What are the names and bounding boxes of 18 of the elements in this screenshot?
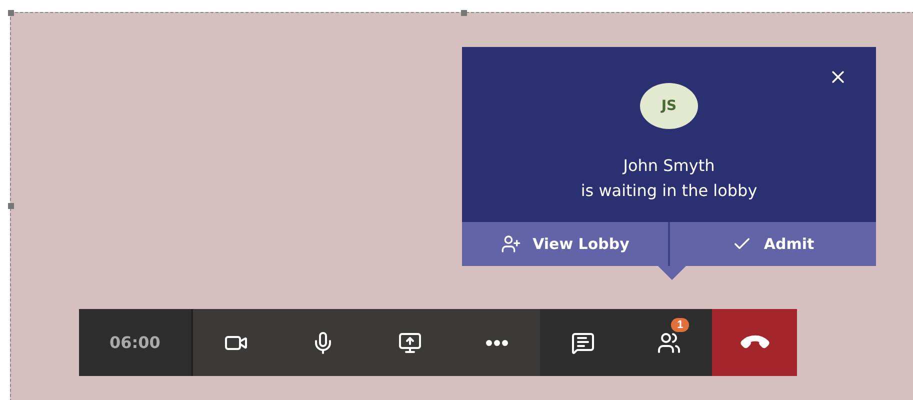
resize-handle[interactable]	[461, 10, 467, 16]
camera-button[interactable]	[192, 309, 280, 376]
chat-icon	[571, 330, 596, 354]
resize-handle[interactable]	[8, 203, 14, 209]
hang-up-button[interactable]	[712, 309, 797, 376]
share-screen-icon	[398, 330, 422, 354]
notification-badge: 1	[671, 318, 690, 332]
people-add-icon	[500, 234, 521, 254]
avatar: JS	[640, 83, 698, 129]
more-icon	[486, 340, 508, 346]
participants-button[interactable]: 1	[626, 309, 712, 376]
notification-message: is waiting in the lobby	[580, 181, 758, 200]
pointer-arrow	[658, 266, 686, 280]
resize-handle[interactable]	[8, 10, 14, 16]
call-timer: 06:00	[79, 309, 193, 376]
people-icon	[657, 330, 682, 354]
participant-name: John Smyth	[621, 156, 716, 175]
chat-button[interactable]	[540, 309, 626, 376]
